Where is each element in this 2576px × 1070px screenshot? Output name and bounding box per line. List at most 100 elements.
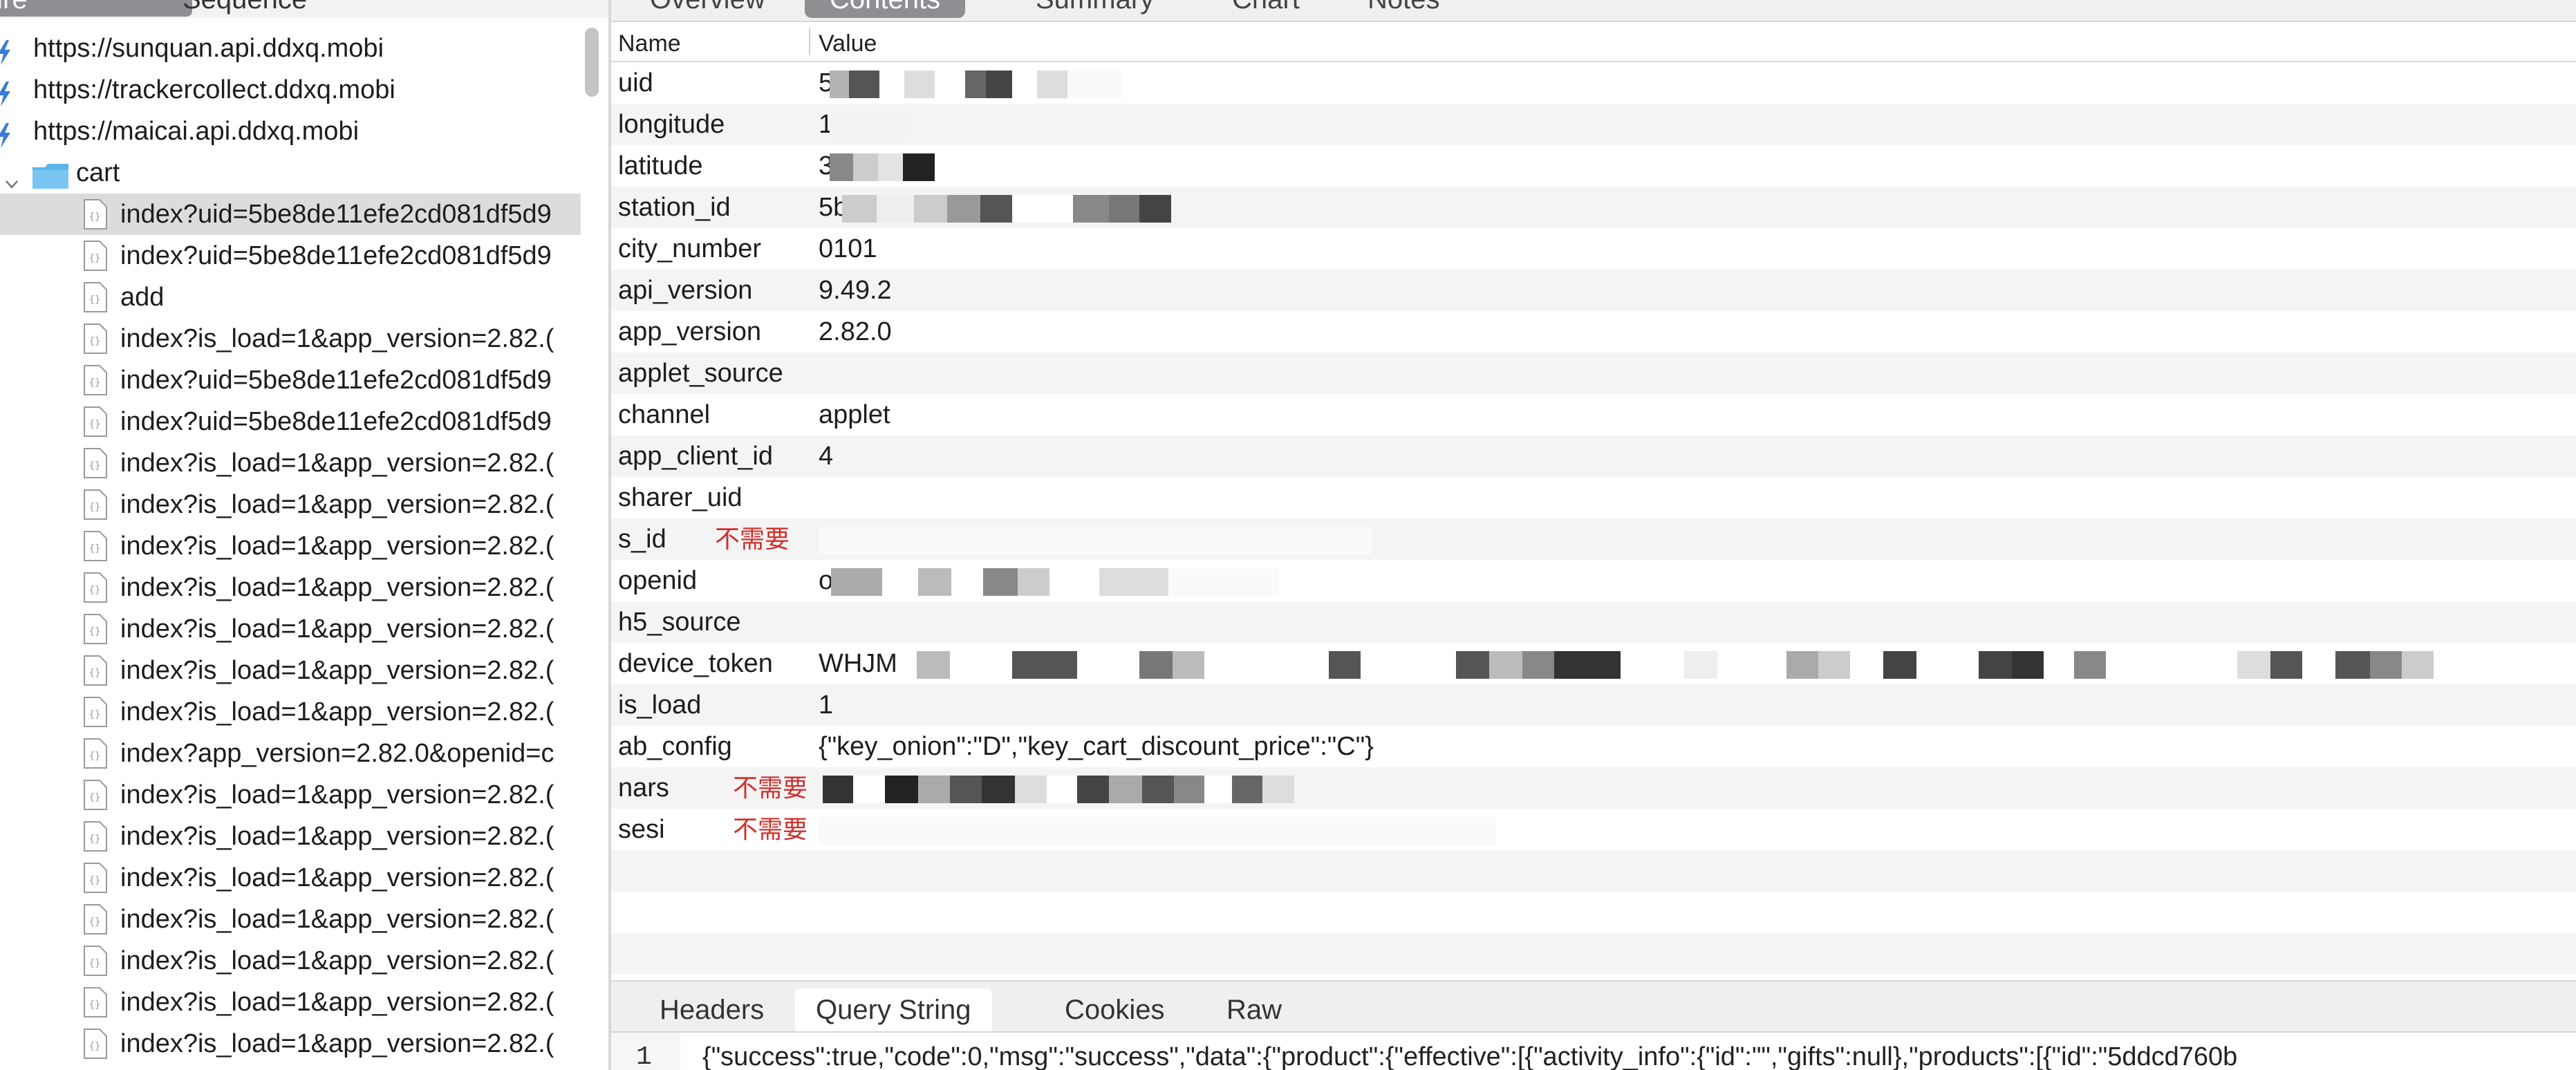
- host-item[interactable]: https://sunquan.api.ddxq.mobi: [0, 28, 581, 69]
- request-item[interactable]: {} index?is_load=1&app_version=2.82.(: [0, 318, 581, 359]
- request-item[interactable]: {} index?uid=5be8de11efe2cd081df5d9: [0, 359, 581, 401]
- tab-summary[interactable]: Summary: [1011, 0, 1179, 18]
- request-item[interactable]: {} index?is_load=1&app_version=2.82.(: [0, 525, 581, 567]
- param-name: station_id: [618, 193, 731, 222]
- param-name: api_version: [618, 276, 753, 305]
- json-file-icon: {}: [82, 365, 108, 395]
- request-item[interactable]: {} index?uid=5be8de11efe2cd081df5d9: [0, 401, 581, 442]
- empty-row: [611, 933, 2576, 975]
- param-row-sesi[interactable]: sesi 不需要: [611, 809, 2576, 850]
- folder-item-cart[interactable]: cart: [0, 152, 581, 194]
- request-label: index?is_load=1&app_version=2.82.(: [120, 697, 554, 726]
- tab-raw[interactable]: Raw: [1206, 988, 1303, 1031]
- json-file-icon: {}: [82, 904, 108, 935]
- request-item[interactable]: {} index?is_load=1&app_version=2.82.(: [0, 1023, 581, 1064]
- tab-cookies[interactable]: Cookies: [1044, 988, 1186, 1031]
- param-name: app_version: [618, 317, 762, 346]
- svg-text:{}: {}: [89, 460, 101, 471]
- param-value: 1: [819, 691, 834, 720]
- request-label: index?app_version=2.82.0&openid=c: [120, 739, 554, 768]
- column-divider[interactable]: [809, 28, 810, 55]
- param-row-ab_config[interactable]: ab_config {"key_onion":"D","key_cart_disc…: [611, 726, 2576, 767]
- request-label: index?uid=5be8de11efe2cd081df5d9: [120, 241, 552, 270]
- tab-chart[interactable]: Chart: [1207, 0, 1325, 18]
- param-row-s_id[interactable]: s_id 不需要: [611, 518, 2576, 560]
- request-item[interactable]: {} index?is_load=1&app_version=2.82.(: [0, 442, 581, 484]
- param-name: device_token: [618, 649, 773, 678]
- param-name: ab_config: [618, 732, 732, 761]
- tab-overview[interactable]: Overview: [625, 0, 790, 18]
- request-item[interactable]: {} index?is_load=1&app_version=2.82.(: [0, 857, 581, 899]
- request-label: index?is_load=1&app_version=2.82.(: [120, 490, 554, 519]
- request-item[interactable]: {} index?is_load=1&app_version=2.82.(: [0, 982, 581, 1023]
- param-value: 0101: [819, 234, 877, 263]
- detail-pane: Overview Contents Summary Chart Notes Name V…: [611, 0, 2576, 1070]
- param-row-device_token[interactable]: device_token WHJM: [611, 643, 2576, 684]
- param-row-app_version[interactable]: app_version 2.82.0: [611, 311, 2576, 353]
- param-row-uid[interactable]: uid 5: [611, 62, 2576, 104]
- request-label: index?is_load=1&app_version=2.82.(: [120, 324, 554, 353]
- tab-headers[interactable]: Headers: [639, 988, 785, 1031]
- tab-sequence[interactable]: Sequence: [166, 0, 324, 17]
- param-row-applet_source[interactable]: applet_source: [611, 353, 2576, 394]
- request-label: index?is_load=1&app_version=2.82.(: [120, 863, 554, 892]
- json-file-icon: {}: [82, 821, 108, 852]
- param-row-nars[interactable]: nars 不需要: [611, 767, 2576, 809]
- param-row-is_load[interactable]: is_load 1: [611, 684, 2576, 726]
- param-row-app_client_id[interactable]: app_client_id 4: [611, 435, 2576, 477]
- request-item[interactable]: {} index?is_load=1&app_version=2.82.(: [0, 691, 581, 733]
- host-item[interactable]: https://trackercollect.ddxq.mobi: [0, 69, 581, 111]
- param-row-city_number[interactable]: city_number 0101: [611, 228, 2576, 270]
- tab-notes[interactable]: Notes: [1343, 0, 1465, 18]
- json-file-icon: {}: [82, 199, 108, 229]
- param-value: 4: [819, 442, 834, 471]
- request-item[interactable]: {} index?uid=5be8de11efe2cd081df5d9: [0, 235, 581, 276]
- param-row-station_id[interactable]: station_id 5b: [611, 187, 2576, 228]
- json-file-icon: {}: [82, 614, 108, 644]
- param-row-openid[interactable]: openid o: [611, 560, 2576, 601]
- json-file-icon: {}: [82, 780, 108, 810]
- request-label: add: [120, 283, 165, 312]
- tab-query-string[interactable]: Query String: [795, 988, 992, 1031]
- chevron-down-icon: [4, 163, 19, 189]
- json-file-icon: {}: [82, 448, 108, 478]
- column-name-header[interactable]: Name: [618, 22, 681, 65]
- request-item[interactable]: {} index?is_load=1&app_version=2.82.(: [0, 774, 581, 816]
- param-row-h5_source[interactable]: h5_source: [611, 601, 2576, 643]
- request-item[interactable]: {} add: [0, 276, 581, 318]
- param-row-api_version[interactable]: api_version 9.49.2: [611, 270, 2576, 311]
- column-value-header[interactable]: Value: [819, 22, 877, 65]
- host-item[interactable]: https://maicai.api.ddxq.mobi: [0, 111, 581, 152]
- request-item[interactable]: {} index?uid=5be8de11efe2cd081df5d9: [0, 194, 581, 235]
- param-row-channel[interactable]: channel applet: [611, 394, 2576, 435]
- param-name: nars: [618, 773, 669, 802]
- request-item[interactable]: {} index?is_load=1&app_version=2.82.(: [0, 608, 581, 650]
- param-name: sesi: [618, 815, 665, 844]
- request-item[interactable]: {} index?is_load=1&app_version=2.82.(: [0, 899, 581, 940]
- param-name: s_id: [618, 525, 666, 554]
- request-item[interactable]: {} index?is_load=1&app_version=2.82.(: [0, 567, 581, 608]
- request-item[interactable]: {} index?is_load=1&app_version=2.82.(: [0, 940, 581, 982]
- response-body: 1 {"success":true,"code":0,"msg":"succes…: [611, 1031, 2576, 1070]
- request-item[interactable]: {} index?is_load=1&app_version=2.82.(: [0, 484, 581, 525]
- param-row-latitude[interactable]: latitude 3: [611, 145, 2576, 187]
- request-label: index?is_load=1&app_version=2.82.(: [120, 780, 554, 809]
- json-file-icon: {}: [82, 531, 108, 561]
- param-name: sharer_uid: [618, 483, 743, 512]
- svg-text:{}: {}: [89, 1041, 101, 1052]
- param-name: city_number: [618, 234, 761, 263]
- tree-scrollbar[interactable]: [585, 28, 599, 97]
- bottom-tab-bar: Headers Query String Cookies Raw: [611, 980, 2576, 1033]
- svg-text:{}: {}: [89, 709, 101, 720]
- request-item[interactable]: {} index?is_load=1&app_version=2.82.(: [0, 650, 581, 691]
- param-name: latitude: [618, 151, 703, 180]
- host-label: https://maicai.api.ddxq.mobi: [33, 117, 360, 146]
- request-item[interactable]: {} index?is_load=1&app_version=2.82.(: [0, 816, 581, 857]
- request-label: index?is_load=1&app_version=2.82.(: [120, 573, 554, 602]
- request-label: index?is_load=1&app_version=2.82.(: [120, 449, 554, 478]
- tab-structure[interactable]: tructure: [0, 0, 192, 17]
- param-row-longitude[interactable]: longitude 1: [611, 104, 2576, 145]
- tab-contents[interactable]: Contents: [805, 0, 966, 18]
- param-row-sharer_uid[interactable]: sharer_uid: [611, 477, 2576, 518]
- request-item[interactable]: {} index?app_version=2.82.0&openid=c: [0, 733, 581, 774]
